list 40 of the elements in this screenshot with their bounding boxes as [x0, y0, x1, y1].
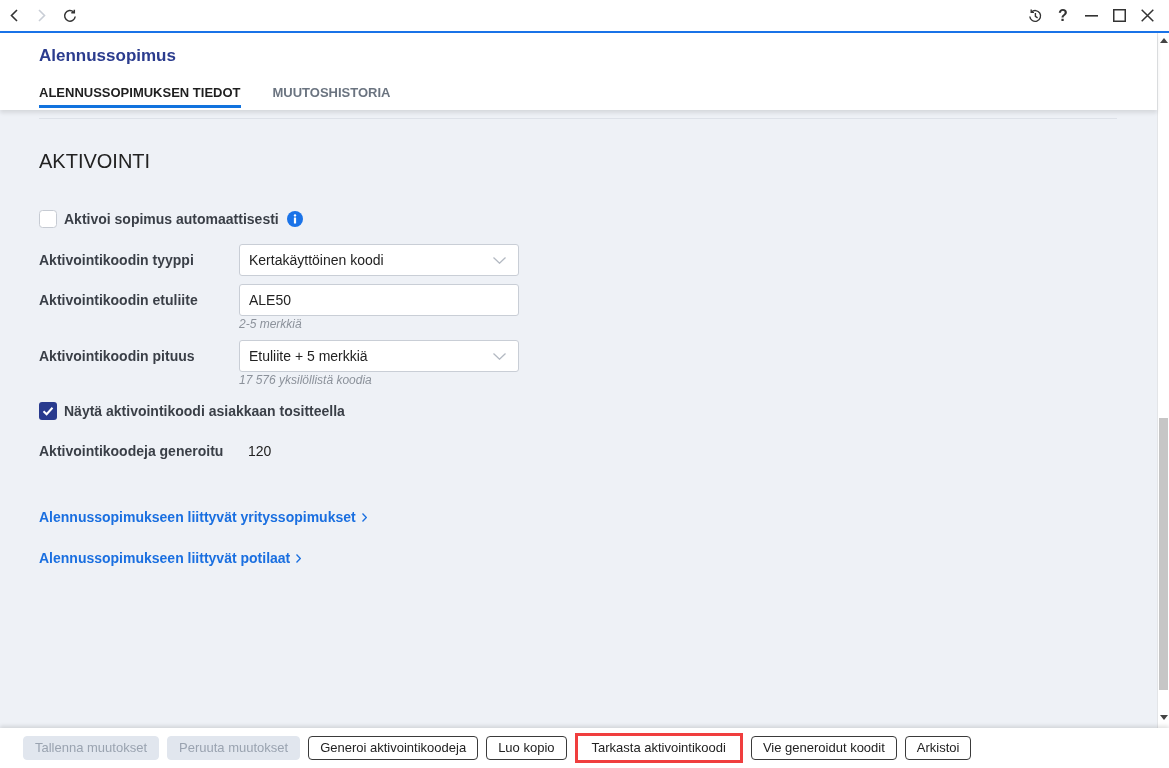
chevron-right-icon [296, 553, 302, 563]
minimize-icon[interactable] [1084, 14, 1098, 17]
action-button[interactable]: Vie generoidut koodit [750, 736, 897, 760]
checkbox-label: Näytä aktivointikoodi asiakkaan tositteella [64, 402, 345, 420]
link[interactable]: Alennussopimukseen liittyvät yrityssopimukset [39, 507, 367, 527]
scrollbar[interactable] [1157, 33, 1169, 728]
action-button[interactable]: Generoi aktivointikoodeja [308, 736, 479, 760]
checkbox[interactable] [39, 402, 57, 420]
field-label: Aktivointikoodeja generoitu [39, 442, 225, 461]
scrollbar-thumb[interactable] [1159, 418, 1168, 690]
field-label: Aktivointikoodin pituus [39, 347, 196, 366]
chevron-right-icon [361, 512, 367, 522]
history-icon[interactable] [1028, 8, 1042, 23]
dropdown[interactable]: Kertakäyttöinen koodi [239, 244, 519, 276]
refresh-icon[interactable] [63, 8, 77, 23]
maximize-icon[interactable] [1112, 9, 1126, 22]
info-icon[interactable] [286, 211, 303, 227]
field-value: 120 [248, 442, 272, 461]
field-label: Aktivointikoodin etuliite [39, 291, 199, 310]
field-hint: 2-5 merkkiä [239, 316, 302, 332]
scroll-up-icon[interactable] [1159, 38, 1168, 43]
link[interactable]: Alennussopimukseen liittyvät potilaat [39, 548, 302, 568]
help-button[interactable]: ? [1058, 7, 1068, 24]
text-field[interactable]: ALE50 [239, 284, 519, 316]
page-title: Alennussopimus [39, 45, 176, 67]
back-icon[interactable] [10, 9, 18, 22]
action-button[interactable]: Tarkasta aktivointikoodi [574, 733, 743, 763]
action-button[interactable]: Arkistoi [904, 736, 972, 760]
action-button[interactable]: Luo kopio [486, 736, 567, 760]
chevron-down-icon [493, 256, 506, 264]
chevron-down-icon [493, 352, 506, 360]
field-label: Aktivointikoodin tyyppi [39, 251, 195, 270]
checkbox-label: Aktivoi sopimus automaattisesti [64, 210, 279, 228]
scroll-down-icon[interactable] [1159, 715, 1168, 720]
tab[interactable]: MUUTOSHISTORIA [272, 84, 391, 108]
section-heading: AKTIVOINTI [39, 149, 151, 174]
checkbox[interactable] [39, 210, 57, 228]
field-hint: 17 576 yksilöllistä koodia [239, 372, 372, 388]
dropdown[interactable]: Etuliite + 5 merkkiä [239, 340, 519, 372]
close-icon[interactable] [1140, 9, 1154, 22]
